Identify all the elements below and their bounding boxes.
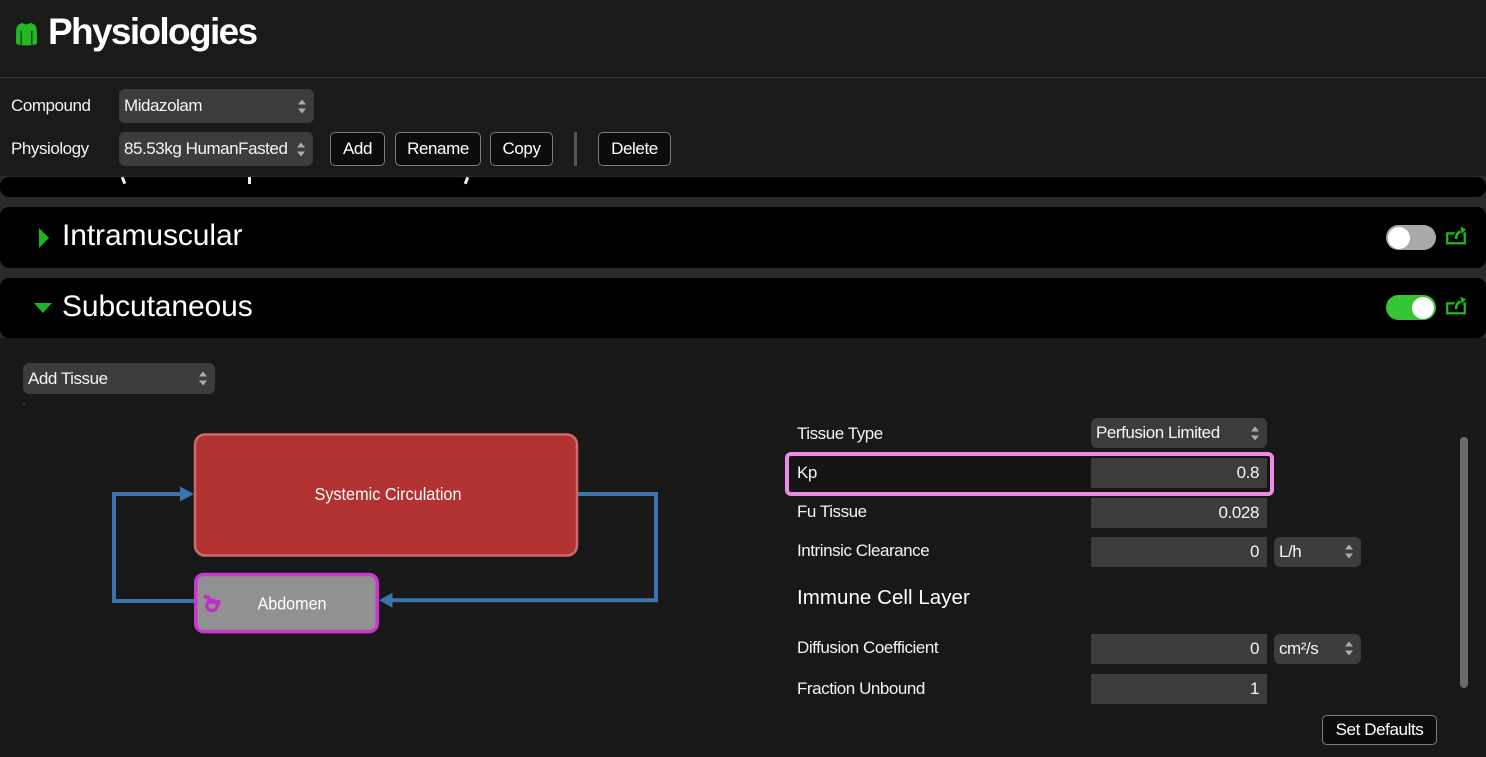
svg-text:Abdomen: Abdomen — [258, 594, 327, 614]
svg-text:Systemic Circulation: Systemic Circulation — [315, 484, 462, 504]
